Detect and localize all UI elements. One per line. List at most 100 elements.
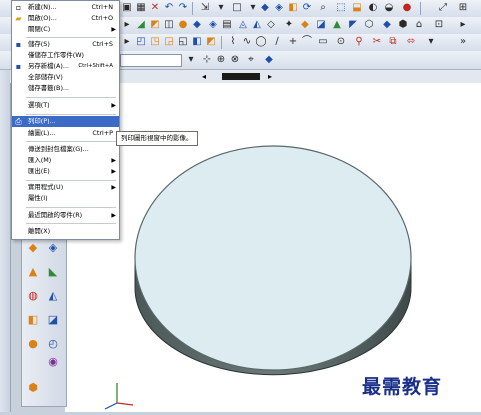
menu-item-save-as[interactable]: ▪ 另存新檔(A)... Ctrl+Shift+A <box>12 61 119 72</box>
dimension-icon[interactable]: ⊙ <box>334 35 348 49</box>
snap-point-icon[interactable]: ⌖ <box>244 53 258 67</box>
dropdown-icon[interactable]: ▸ <box>120 18 134 32</box>
menu-item-save-work-part[interactable]: 僅儲存工作零件(W) <box>12 50 119 61</box>
part-icon[interactable]: ◧ <box>26 312 40 326</box>
part-icon[interactable]: ▲ <box>26 264 40 278</box>
feature-icon[interactable]: ⬢ <box>396 18 410 32</box>
sketch-icon[interactable]: ◱ <box>176 35 190 49</box>
feature-icon[interactable]: ◬ <box>236 18 250 32</box>
fillet-icon[interactable]: ⌒ <box>300 35 314 49</box>
layers-icon[interactable]: ▦ <box>134 1 148 15</box>
part-icon[interactable]: ◆ <box>26 240 40 254</box>
sketch-icon[interactable]: ◳ <box>148 35 162 49</box>
part-icon[interactable]: ◈ <box>46 240 60 254</box>
feature-icon[interactable]: ◤ <box>346 18 360 32</box>
menu-item-close[interactable]: 關閉(C) ▶ <box>12 24 119 35</box>
part-icon[interactable]: ⬢ <box>26 380 40 394</box>
feature-icon[interactable]: ◩ <box>148 18 162 32</box>
filter-select[interactable] <box>120 54 182 67</box>
rectangle-icon[interactable]: ▭ <box>316 35 330 49</box>
menu-item-save[interactable]: ▪ 儲存(S) Ctrl+S <box>12 39 119 50</box>
lock-icon[interactable]: ▣ <box>120 1 134 15</box>
sketch-icon[interactable]: ⊞ <box>456 1 470 15</box>
cube-icon[interactable]: ◆ <box>258 1 272 15</box>
history-icon[interactable]: ◉ <box>46 354 60 368</box>
trim-icon[interactable]: ✂ <box>370 35 384 49</box>
feature-icon[interactable]: ▲ <box>330 18 344 32</box>
feature-icon[interactable]: ⬡ <box>362 18 376 32</box>
dropdown-icon[interactable]: ▾ <box>214 1 228 15</box>
box-icon[interactable]: ◧ <box>286 1 300 15</box>
square-icon[interactable]: □ <box>230 1 244 15</box>
menu-item-import[interactable]: 匯入(M) ▶ <box>12 155 119 166</box>
feature-icon[interactable]: ▤ <box>220 18 234 32</box>
menu-item-save-bookmark[interactable]: 儲存書籤(B)... <box>12 83 119 94</box>
feature-icon[interactable]: ◇ <box>264 18 278 32</box>
plus-icon[interactable]: + <box>286 35 300 49</box>
dropdown-icon[interactable]: ▸ <box>120 35 134 49</box>
view-icon[interactable]: ⬚ <box>334 1 348 15</box>
feature-icon[interactable]: ◆ <box>380 18 394 32</box>
chevron-left-icon[interactable]: ◂ <box>202 72 211 81</box>
feature-icon[interactable]: ✦ <box>282 18 296 32</box>
circle-icon[interactable]: ◯ <box>254 35 268 49</box>
snap-point-icon[interactable]: ⊹ <box>200 53 214 67</box>
feature-icon[interactable]: ● <box>176 18 190 32</box>
snap-point-icon[interactable]: ⊕ <box>214 53 228 67</box>
menu-item-utilities[interactable]: 實用程式(U) ▶ <box>12 182 119 193</box>
offset-icon[interactable]: ⧉ <box>386 35 400 49</box>
menu-item-send-to-package[interactable]: 傳送到封包檔案(G)... <box>12 144 119 155</box>
spline-icon[interactable]: ⌇ <box>226 35 240 49</box>
part-icon[interactable]: ◍ <box>26 288 40 302</box>
zoom-icon[interactable]: ⌕ <box>316 1 330 15</box>
feature-icon[interactable]: ◆ <box>298 18 312 32</box>
shade-icon[interactable]: ◐ <box>366 1 380 15</box>
menu-item-save-all[interactable]: 全部儲存(V) <box>12 72 119 83</box>
mirror-icon[interactable]: ⬄ <box>404 35 418 49</box>
sketch-icon[interactable]: ◲ <box>162 35 176 49</box>
arc-icon[interactable]: ∿ <box>240 35 254 49</box>
snap-point-icon[interactable]: ◆ <box>262 53 276 67</box>
more-icon[interactable]: » <box>456 35 470 49</box>
feature-icon[interactable]: ◭ <box>250 18 264 32</box>
part-icon[interactable]: ◭ <box>46 288 60 302</box>
constraint-icon[interactable]: ⚲ <box>352 35 366 49</box>
chevron-right-icon[interactable]: ▸ <box>268 72 277 81</box>
sketch-icon[interactable]: ◩ <box>204 35 218 49</box>
redo-icon[interactable]: ↷ <box>176 1 190 15</box>
feature-icon[interactable]: ▸ <box>456 18 470 32</box>
feature-icon[interactable]: ◢ <box>134 18 148 32</box>
feature-icon[interactable]: ◫ <box>162 18 176 32</box>
menu-item-properties[interactable]: 屬性(I) <box>12 193 119 204</box>
feature-icon[interactable]: ◪ <box>314 18 328 32</box>
help-icon[interactable]: ● <box>400 1 414 15</box>
sketch-icon[interactable]: ◧ <box>190 35 204 49</box>
feature-icon[interactable]: ⌂ <box>412 18 426 32</box>
menu-item-plot[interactable]: 繪圖(L)... Ctrl+P <box>12 128 119 139</box>
filter-icon[interactable]: ▾ <box>184 53 198 67</box>
shade-icon[interactable]: ◒ <box>382 1 396 15</box>
feature-icon[interactable]: ◆ <box>190 18 204 32</box>
feature-icon[interactable]: ⊡ <box>432 18 446 32</box>
clock-icon[interactable]: ◴ <box>46 336 60 350</box>
select-icon[interactable]: ⇲ <box>198 1 212 15</box>
feature-icon[interactable]: ◈ <box>206 18 220 32</box>
part-icon[interactable]: ● <box>26 336 40 350</box>
menu-item-open[interactable]: ▰ 開啟(O)... Ctrl+O <box>12 13 119 24</box>
snap-icon[interactable]: ⤢ <box>436 1 450 15</box>
dropdown-icon[interactable]: ▾ <box>424 35 438 49</box>
menu-item-new[interactable]: ▫ 新建(N)... Ctrl+N <box>12 2 119 13</box>
snap-point-icon[interactable]: ⊗ <box>228 53 242 67</box>
undo-icon[interactable]: ↶ <box>162 1 176 15</box>
delete-icon[interactable]: ✕ <box>148 1 162 15</box>
menu-item-recent-parts[interactable]: 最近開啟的零件(R) ▶ <box>12 210 119 221</box>
rotate-icon[interactable]: ⟳ <box>300 1 314 15</box>
sketch-icon[interactable]: ◰ <box>134 35 148 49</box>
menu-item-exit[interactable]: 離開(X) <box>12 226 119 237</box>
menu-item-print[interactable]: ⎙ 列印(P)... <box>12 116 119 127</box>
menu-item-export[interactable]: 匯出(E) ▶ <box>12 166 119 177</box>
line-icon[interactable]: ∕ <box>270 35 284 49</box>
view-icon[interactable]: ⬓ <box>350 1 364 15</box>
menu-item-options[interactable]: 選項(T) ▶ <box>12 100 119 111</box>
part-icon[interactable]: ◣ <box>46 264 60 278</box>
